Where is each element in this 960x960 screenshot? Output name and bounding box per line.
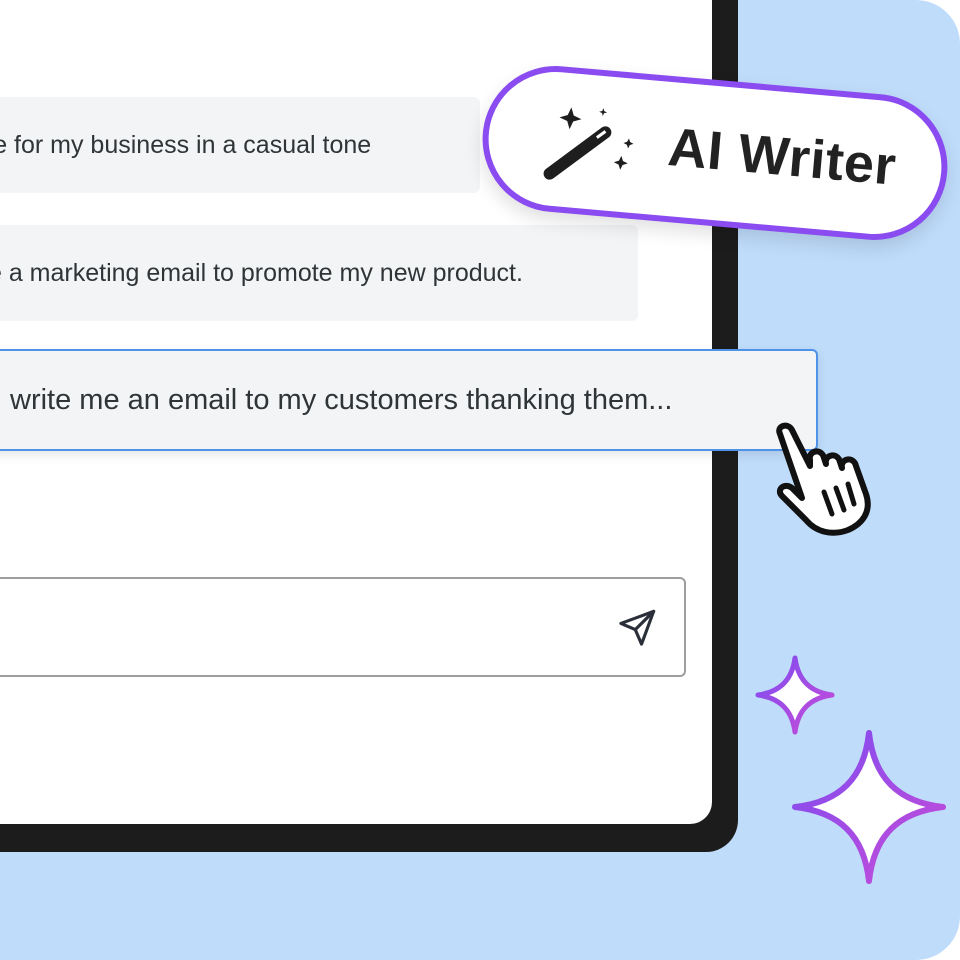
magic-wand-icon [543,107,634,180]
prompt-suggestion-label: Create an email about our summer sale fo… [0,130,372,159]
hero-canvas: Create an email about our summer sale fo… [0,0,960,960]
send-icon[interactable] [616,607,658,649]
prompt-suggestion-label: Write a marketing email to promote my ne… [0,258,523,287]
prompt-suggestion-summer-sale[interactable]: Create an email about our summer sale fo… [0,97,480,193]
prompt-suggestion-thank-customers[interactable]: write me an email to my customers thanki… [0,349,818,451]
sparkle-icon [792,730,946,884]
badge-title: AI Writer [665,117,899,197]
prompt-suggestion-label: write me an email to my customers thanki… [10,383,673,416]
hand-pointer-icon [776,422,871,536]
chat-message-input[interactable] [0,577,686,677]
sparkle-icon [755,655,835,735]
prompt-suggestion-marketing-email[interactable]: Write a marketing email to promote my ne… [0,225,638,321]
